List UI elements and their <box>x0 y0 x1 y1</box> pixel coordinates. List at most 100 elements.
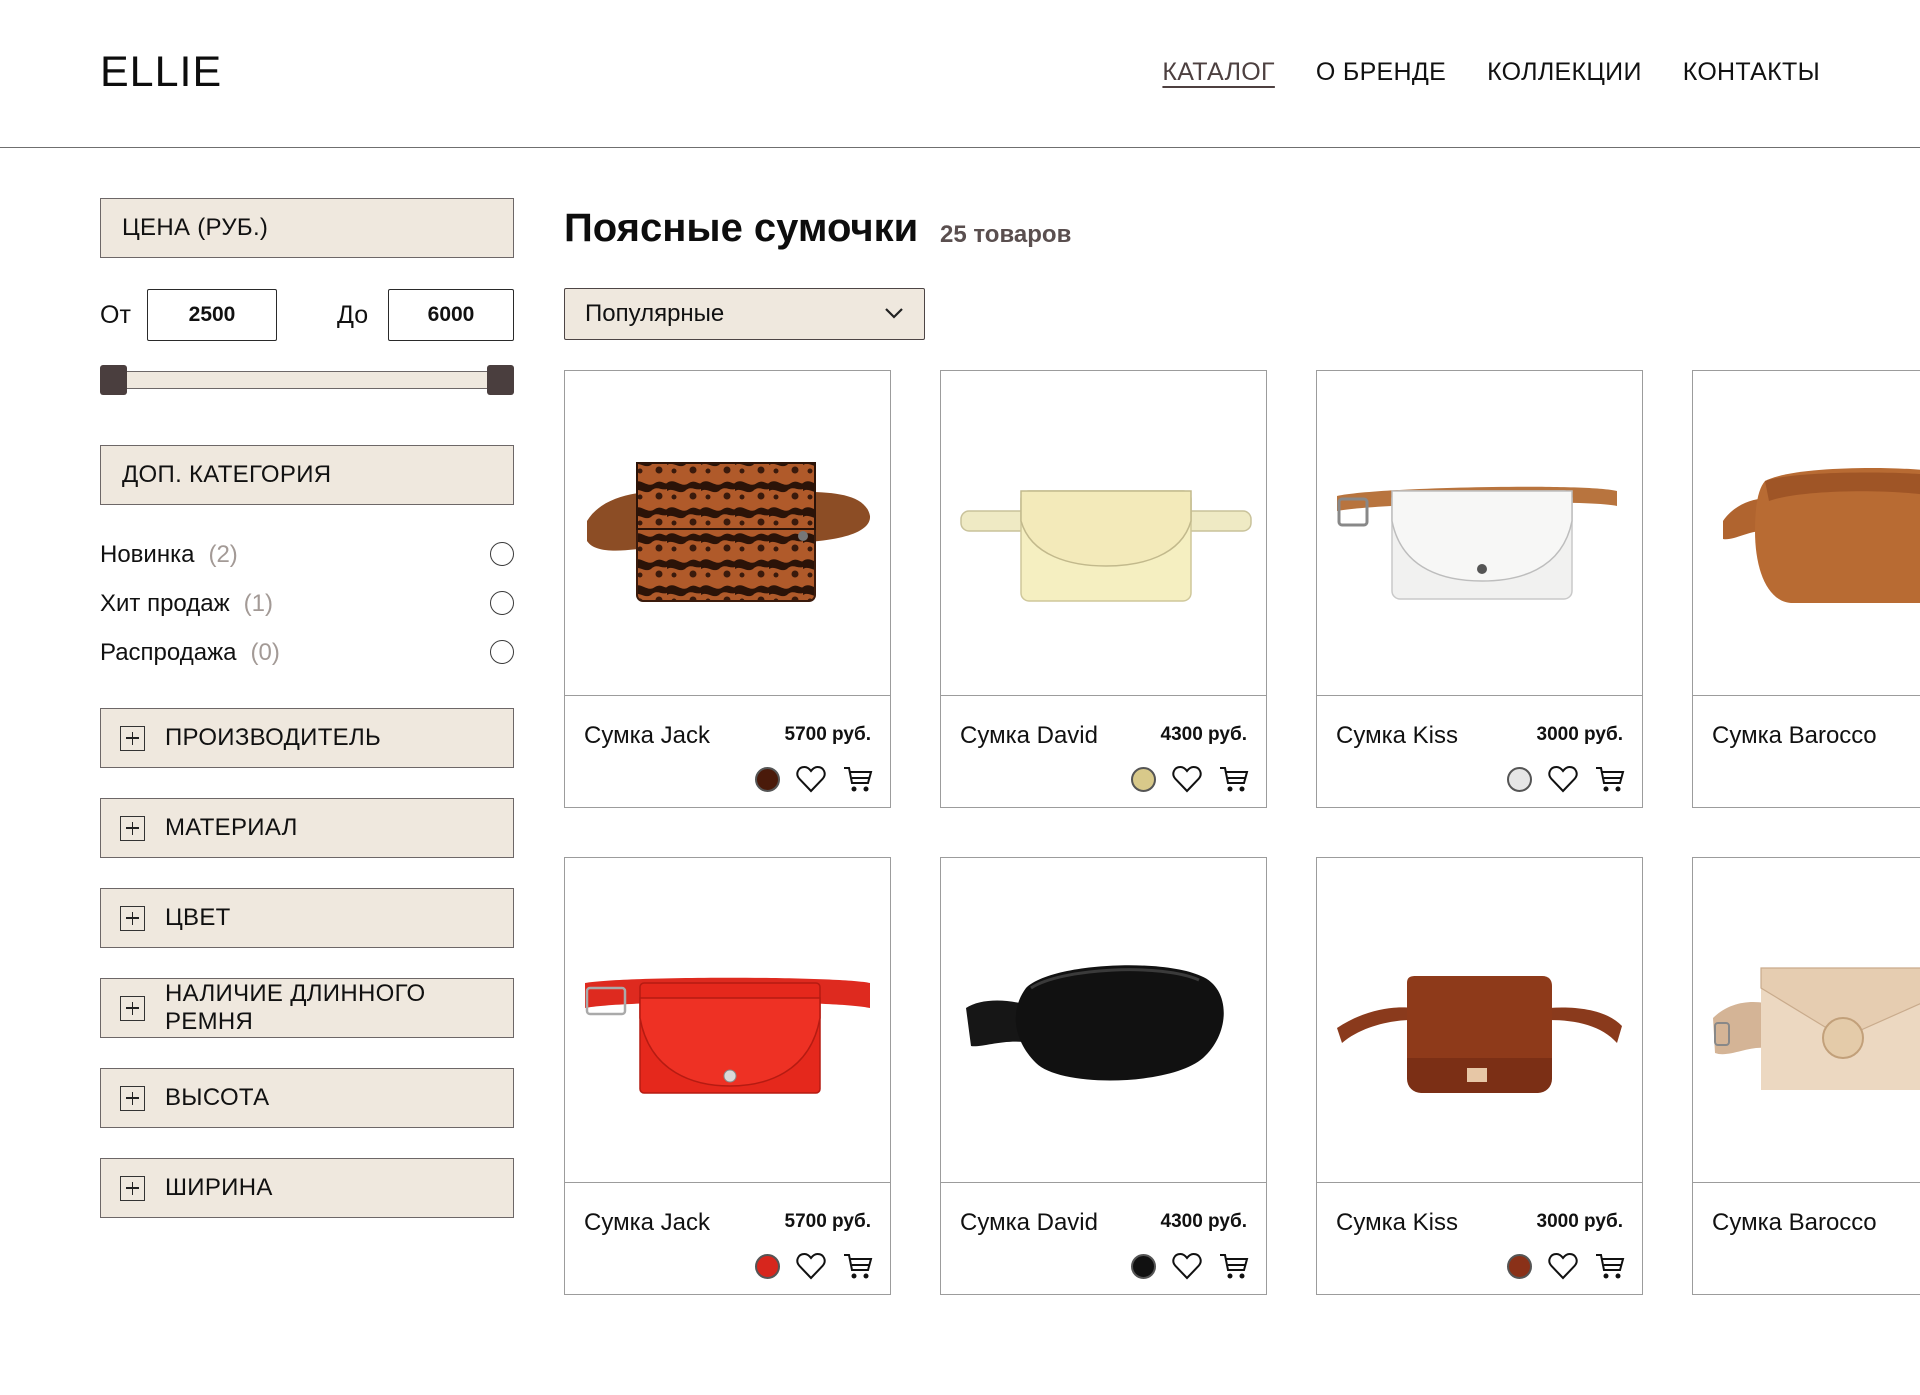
plus-icon <box>120 725 145 751</box>
product-count: 25 товаров <box>940 221 1072 248</box>
product-image[interactable] <box>565 858 890 1183</box>
product-card[interactable]: Сумка Barocco <box>1692 857 1920 1295</box>
heart-icon[interactable] <box>1547 1250 1579 1282</box>
product-image[interactable] <box>1693 371 1920 696</box>
price-to-input[interactable] <box>388 289 514 341</box>
color-swatch[interactable] <box>755 1253 780 1279</box>
cart-icon[interactable] <box>1218 763 1250 795</box>
category-options: Новинка (2) Хит продаж (1) Распродажа (0… <box>100 530 514 677</box>
page-title: Поясные сумочки <box>564 206 919 250</box>
price-slider-min-handle[interactable] <box>100 365 127 395</box>
filter-long-strap-label: НАЛИЧИЕ ДЛИННОГО РЕМНЯ <box>165 980 426 1035</box>
price-slider-max-handle[interactable] <box>487 365 514 395</box>
filter-long-strap[interactable]: НАЛИЧИЕ ДЛИННОГО РЕМНЯ <box>100 978 514 1038</box>
product-actions <box>1507 763 1626 795</box>
filter-manufacturer[interactable]: ПРОИЗВОДИТЕЛЬ <box>100 708 514 768</box>
product-card[interactable]: Сумка Barocco <box>1692 370 1920 808</box>
nav-catalog[interactable]: КАТАЛОГ <box>1162 58 1274 87</box>
filter-material[interactable]: МАТЕРИАЛ <box>100 798 514 858</box>
filter-color[interactable]: ЦВЕТ <box>100 888 514 948</box>
product-actions <box>1131 1250 1250 1282</box>
category-option-label: Новинка <box>100 540 195 568</box>
nav-about[interactable]: О БРЕНДЕ <box>1316 58 1446 87</box>
price-slider[interactable] <box>100 365 514 395</box>
category-option-label: Хит продаж <box>100 589 230 617</box>
product-name[interactable]: Сумка David <box>960 1209 1098 1237</box>
cart-icon[interactable] <box>1594 763 1626 795</box>
filter-width-label: ШИРИНА <box>165 1174 273 1201</box>
product-name[interactable]: Сумка David <box>960 722 1098 750</box>
plus-icon <box>120 815 145 841</box>
sort-dropdown[interactable]: Популярные <box>564 288 925 340</box>
main-nav: КАТАЛОГ О БРЕНДЕ КОЛЛЕКЦИИ КОНТАКТЫ <box>1162 58 1820 87</box>
product-card[interactable]: Сумка David 4300 руб. <box>940 857 1267 1295</box>
heart-icon[interactable] <box>1171 1250 1203 1282</box>
product-name[interactable]: Сумка Kiss <box>1336 722 1458 750</box>
product-price: 4300 руб. <box>1160 1211 1247 1232</box>
filter-height[interactable]: ВЫСОТА <box>100 1068 514 1128</box>
price-filter-header: ЦЕНА (РУБ.) <box>100 198 514 258</box>
product-image[interactable] <box>941 371 1266 696</box>
color-swatch[interactable] <box>1131 766 1156 792</box>
product-name[interactable]: Сумка Barocco <box>1712 1209 1877 1237</box>
product-card[interactable]: Сумка Kiss 3000 руб. <box>1316 857 1643 1295</box>
product-name[interactable]: Сумка Jack <box>584 722 710 750</box>
product-price: 3000 руб. <box>1536 1211 1623 1232</box>
radio-button[interactable] <box>490 640 514 664</box>
cream-bag-image <box>960 490 1252 602</box>
product-image[interactable] <box>1317 371 1642 696</box>
color-swatch[interactable] <box>1507 1253 1532 1279</box>
product-image[interactable] <box>1317 858 1642 1183</box>
radio-button[interactable] <box>490 542 514 566</box>
site-header: ELLIE КАТАЛОГ О БРЕНДЕ КОЛЛЕКЦИИ КОНТАКТ… <box>0 0 1920 148</box>
product-actions <box>1507 1250 1626 1282</box>
nav-collections[interactable]: КОЛЛЕКЦИИ <box>1487 58 1642 87</box>
category-filter-title: ДОП. КАТЕГОРИЯ <box>122 461 332 488</box>
category-filter-header: ДОП. КАТЕГОРИЯ <box>100 445 514 505</box>
sort-selected-value: Популярные <box>585 300 725 327</box>
nav-contacts[interactable]: КОНТАКТЫ <box>1683 58 1820 87</box>
category-option-bestseller[interactable]: Хит продаж (1) <box>100 579 514 628</box>
product-image[interactable] <box>1693 858 1920 1183</box>
heart-icon[interactable] <box>795 763 827 795</box>
plus-icon <box>120 1175 145 1201</box>
cart-icon[interactable] <box>842 763 874 795</box>
brown-bag-image <box>1337 976 1622 1093</box>
radio-button[interactable] <box>490 591 514 615</box>
brand-logo[interactable]: ELLIE <box>100 48 222 97</box>
cart-icon[interactable] <box>1594 1250 1626 1282</box>
category-option-count: (2) <box>208 540 238 568</box>
price-from-input[interactable] <box>147 289 277 341</box>
product-actions <box>755 1250 874 1282</box>
filter-material-label: МАТЕРИАЛ <box>165 814 298 841</box>
heart-icon[interactable] <box>1547 763 1579 795</box>
product-name[interactable]: Сумка Barocco <box>1712 722 1877 750</box>
heart-icon[interactable] <box>795 1250 827 1282</box>
color-swatch[interactable] <box>1131 1253 1156 1279</box>
cart-icon[interactable] <box>842 1250 874 1282</box>
product-price: 3000 руб. <box>1536 724 1623 745</box>
color-swatch[interactable] <box>755 766 780 792</box>
product-card[interactable]: Сумка Kiss 3000 руб. <box>1316 370 1643 808</box>
cart-icon[interactable] <box>1218 1250 1250 1282</box>
color-swatch[interactable] <box>1507 766 1532 792</box>
filter-height-label: ВЫСОТА <box>165 1084 270 1111</box>
price-slider-track[interactable] <box>114 371 500 389</box>
product-price: 5700 руб. <box>784 724 871 745</box>
product-image[interactable] <box>941 858 1266 1183</box>
product-card[interactable]: Сумка Jack 5700 руб. <box>564 857 891 1295</box>
price-filter-title: ЦЕНА (РУБ.) <box>122 214 269 241</box>
filter-width[interactable]: ШИРИНА <box>100 1158 514 1218</box>
product-name[interactable]: Сумка Kiss <box>1336 1209 1458 1237</box>
product-card[interactable]: Сумка Jack 5700 руб. <box>564 370 891 808</box>
product-card[interactable]: Сумка David 4300 руб. <box>940 370 1267 808</box>
product-name[interactable]: Сумка Jack <box>584 1209 710 1237</box>
product-image[interactable] <box>565 371 890 696</box>
category-option-new[interactable]: Новинка (2) <box>100 530 514 579</box>
chevron-down-icon <box>885 308 903 319</box>
category-option-sale[interactable]: Распродажа (0) <box>100 628 514 677</box>
price-to-label: До <box>337 301 369 329</box>
product-actions <box>755 763 874 795</box>
product-price: 5700 руб. <box>784 1211 871 1232</box>
heart-icon[interactable] <box>1171 763 1203 795</box>
